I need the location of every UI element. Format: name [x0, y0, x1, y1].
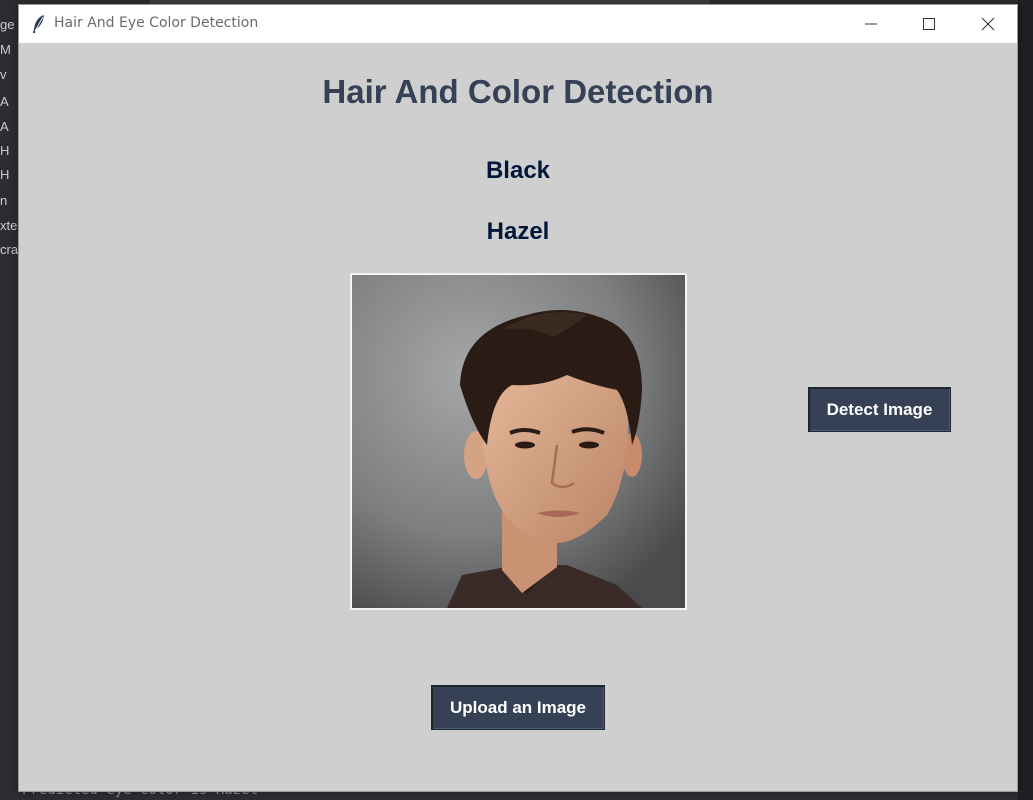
ide-row: n	[0, 193, 8, 208]
minimize-button[interactable]	[848, 5, 894, 43]
maximize-button[interactable]	[906, 5, 952, 43]
maximize-icon	[923, 18, 935, 30]
eye-color-result: Hazel	[486, 218, 550, 245]
face-photo-image	[352, 275, 685, 608]
ide-project-panel: ge M v A A H H n xte cra	[0, 0, 18, 800]
app-content: Hair And Color Detection Black Hazel Det…	[19, 43, 1017, 791]
page-title: Hair And Color Detection	[322, 73, 714, 110]
ide-row: ge	[0, 17, 15, 32]
upload-image-button[interactable]: Upload an Image	[431, 685, 605, 730]
ide-row: M	[0, 42, 11, 57]
feather-icon	[31, 14, 47, 34]
uploaded-photo	[350, 273, 687, 610]
ide-row: H	[0, 167, 10, 182]
ide-row: H	[0, 143, 10, 158]
minimize-icon	[865, 23, 877, 25]
close-icon	[981, 17, 995, 31]
ide-row: cra	[0, 242, 18, 257]
window-title: Hair And Eye Color Detection	[54, 15, 259, 31]
ide-right-panel	[1018, 0, 1033, 800]
close-button[interactable]	[965, 5, 1011, 43]
ide-row: v	[0, 67, 7, 82]
ide-row: xte	[0, 218, 18, 233]
hair-color-result: Black	[485, 157, 551, 184]
title-bar[interactable]: Hair And Eye Color Detection	[19, 5, 1017, 43]
app-window: Hair And Eye Color Detection Hair And Co…	[18, 4, 1018, 792]
detect-image-button[interactable]: Detect Image	[808, 387, 951, 432]
ide-row: A	[0, 94, 9, 109]
ide-row: A	[0, 119, 9, 134]
